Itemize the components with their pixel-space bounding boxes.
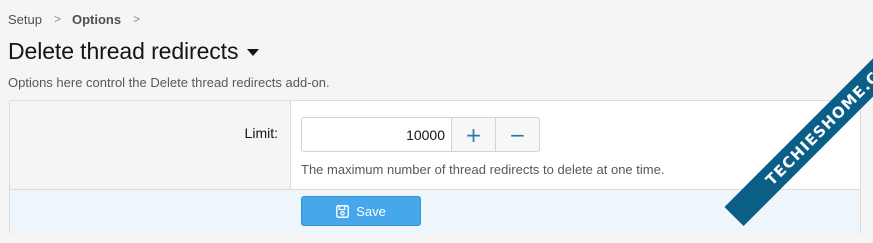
option-row-body: + − The maximum number of thread redirec… (291, 101, 860, 189)
page-title: Delete thread redirects (8, 37, 239, 64)
breadcrumb-item-options[interactable]: Options (72, 12, 121, 27)
limit-stepper: + − (301, 117, 541, 152)
minus-icon: − (509, 122, 526, 147)
decrement-button[interactable]: − (496, 117, 540, 152)
options-block: Limit: + − The maximum number of thread … (9, 100, 861, 234)
limit-input[interactable] (301, 117, 452, 152)
increment-button[interactable]: + (452, 117, 496, 152)
breadcrumb-item-setup[interactable]: Setup (8, 12, 42, 27)
save-button[interactable]: Save (301, 196, 421, 226)
caret-down-icon[interactable] (247, 49, 260, 56)
page: Setup > Options > Delete thread redirect… (0, 0, 873, 243)
save-button-label: Save (356, 203, 386, 219)
limit-explain: The maximum number of thread redirects t… (301, 162, 665, 177)
floppy-disk-icon (336, 204, 350, 218)
submit-row: Save (10, 190, 860, 234)
breadcrumb-separator: > (133, 12, 141, 26)
option-row-limit: Limit: + − The maximum number of thread … (10, 101, 860, 190)
limit-label: Limit: (10, 101, 291, 189)
plus-icon: + (465, 122, 482, 147)
breadcrumb: Setup > Options > (8, 0, 863, 38)
breadcrumb-separator: > (53, 12, 61, 26)
page-description: Options here control the Delete thread r… (8, 75, 330, 90)
title-row: Delete thread redirects (8, 38, 863, 64)
